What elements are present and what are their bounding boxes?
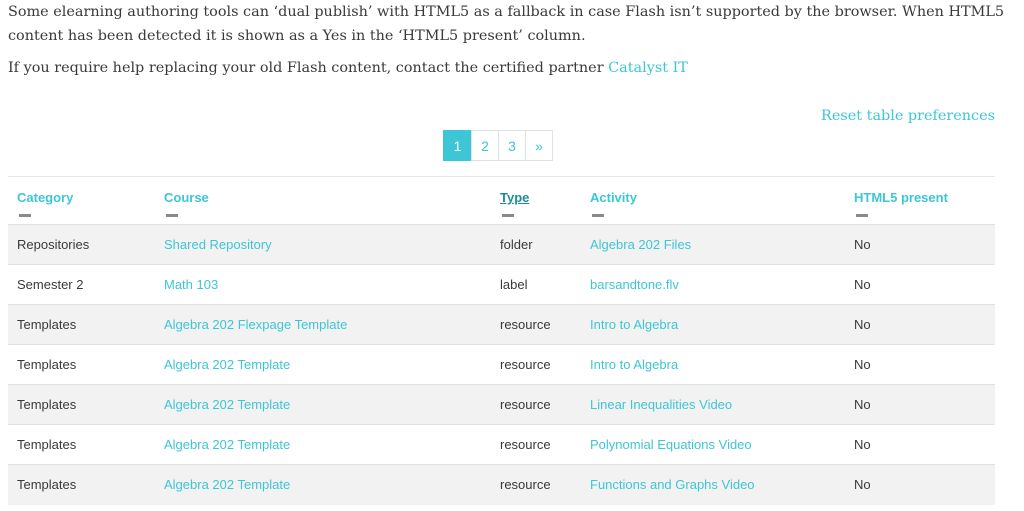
column-header-course: Course — [155, 176, 491, 225]
activity-link[interactable]: Polynomial Equations Video — [590, 437, 752, 452]
type-cell: resource — [491, 464, 581, 505]
type-cell: resource — [491, 344, 581, 385]
flash-activities-table: Category Course Type Activity HTML5 pres… — [8, 176, 995, 505]
html5-present-cell: No — [845, 224, 995, 265]
html5-present-cell: No — [845, 424, 995, 465]
sort-category-link[interactable]: Category — [17, 190, 73, 205]
category-cell: Templates — [8, 304, 155, 345]
activity-link[interactable]: Intro to Algebra — [590, 357, 678, 372]
category-cell: Templates — [8, 464, 155, 505]
column-header-html5-present: HTML5 present — [845, 176, 995, 225]
column-header-category: Category — [8, 176, 155, 225]
hide-column-icon[interactable] — [502, 214, 514, 217]
table-row: Semester 2 Math 103 label barsandtone.fl… — [8, 264, 995, 305]
table-row: Templates Algebra 202 Template resource … — [8, 344, 995, 385]
sort-activity-link[interactable]: Activity — [590, 190, 637, 205]
course-link[interactable]: Algebra 202 Flexpage Template — [164, 317, 347, 332]
course-link[interactable]: Shared Repository — [164, 237, 272, 252]
html5-present-cell: No — [845, 304, 995, 345]
html5-present-cell: No — [845, 464, 995, 505]
hide-column-icon[interactable] — [856, 214, 868, 217]
column-header-type: Type — [491, 176, 581, 225]
course-link[interactable]: Math 103 — [164, 277, 218, 292]
intro-text: Some elearning authoring tools can ‘dual… — [8, 4, 1005, 44]
catalyst-it-link[interactable]: Catalyst IT — [608, 60, 688, 76]
activity-link[interactable]: barsandtone.flv — [590, 277, 679, 292]
next-page-button[interactable]: » — [525, 130, 553, 161]
category-cell: Semester 2 — [8, 264, 155, 305]
sort-course-link[interactable]: Course — [164, 190, 209, 205]
type-cell: label — [491, 264, 581, 305]
html5-present-cell: No — [845, 384, 995, 425]
page-1-button[interactable]: 1 — [443, 130, 472, 161]
type-cell: resource — [491, 304, 581, 345]
help-text: If you require help replacing your old F… — [8, 60, 609, 76]
activity-link[interactable]: Functions and Graphs Video — [590, 477, 755, 492]
html5-present-cell: No — [845, 264, 995, 305]
activity-link[interactable]: Linear Inequalities Video — [590, 397, 732, 412]
type-cell: folder — [491, 224, 581, 265]
course-link[interactable]: Algebra 202 Template — [164, 357, 290, 372]
sort-type-link[interactable]: Type — [500, 190, 529, 205]
category-cell: Repositories — [8, 224, 155, 265]
table-row: Templates Algebra 202 Flexpage Template … — [8, 304, 995, 345]
table-row: Repositories Shared Repository folder Al… — [8, 224, 995, 265]
table-row: Templates Algebra 202 Template resource … — [8, 464, 995, 505]
reset-table-preferences-link[interactable]: Reset table preferences — [821, 105, 995, 127]
table-header-row: Category Course Type Activity HTML5 pres… — [8, 176, 995, 225]
help-paragraph: If you require help replacing your old F… — [8, 56, 688, 80]
activity-link[interactable]: Algebra 202 Files — [590, 237, 691, 252]
category-cell: Templates — [8, 424, 155, 465]
html5-present-cell: No — [845, 344, 995, 385]
hide-column-icon[interactable] — [19, 214, 31, 217]
page-3-button[interactable]: 3 — [498, 130, 526, 161]
column-header-activity: Activity — [581, 176, 845, 225]
hide-column-icon[interactable] — [592, 214, 604, 217]
category-cell: Templates — [8, 384, 155, 425]
activity-link[interactable]: Intro to Algebra — [590, 317, 678, 332]
intro-paragraph: Some elearning authoring tools can ‘dual… — [8, 0, 1008, 48]
type-cell: resource — [491, 424, 581, 465]
table-row: Templates Algebra 202 Template resource … — [8, 384, 995, 425]
hide-column-icon[interactable] — [166, 214, 178, 217]
sort-html5-present-link[interactable]: HTML5 present — [854, 190, 948, 205]
category-cell: Templates — [8, 344, 155, 385]
table-row: Templates Algebra 202 Template resource … — [8, 424, 995, 465]
course-link[interactable]: Algebra 202 Template — [164, 437, 290, 452]
type-cell: resource — [491, 384, 581, 425]
course-link[interactable]: Algebra 202 Template — [164, 477, 290, 492]
pagination: 1 2 3 » — [443, 130, 553, 161]
page-2-button[interactable]: 2 — [471, 130, 499, 161]
course-link[interactable]: Algebra 202 Template — [164, 397, 290, 412]
